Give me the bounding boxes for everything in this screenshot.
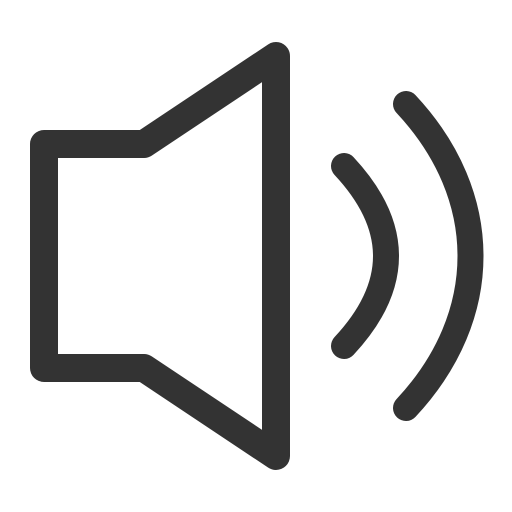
- sound-wave-inner: [331, 153, 399, 359]
- sound-wave-outer: [393, 91, 484, 421]
- icon-canvas: [0, 0, 512, 512]
- speaker-body: [30, 42, 290, 470]
- speaker-volume-icon: [30, 42, 484, 470]
